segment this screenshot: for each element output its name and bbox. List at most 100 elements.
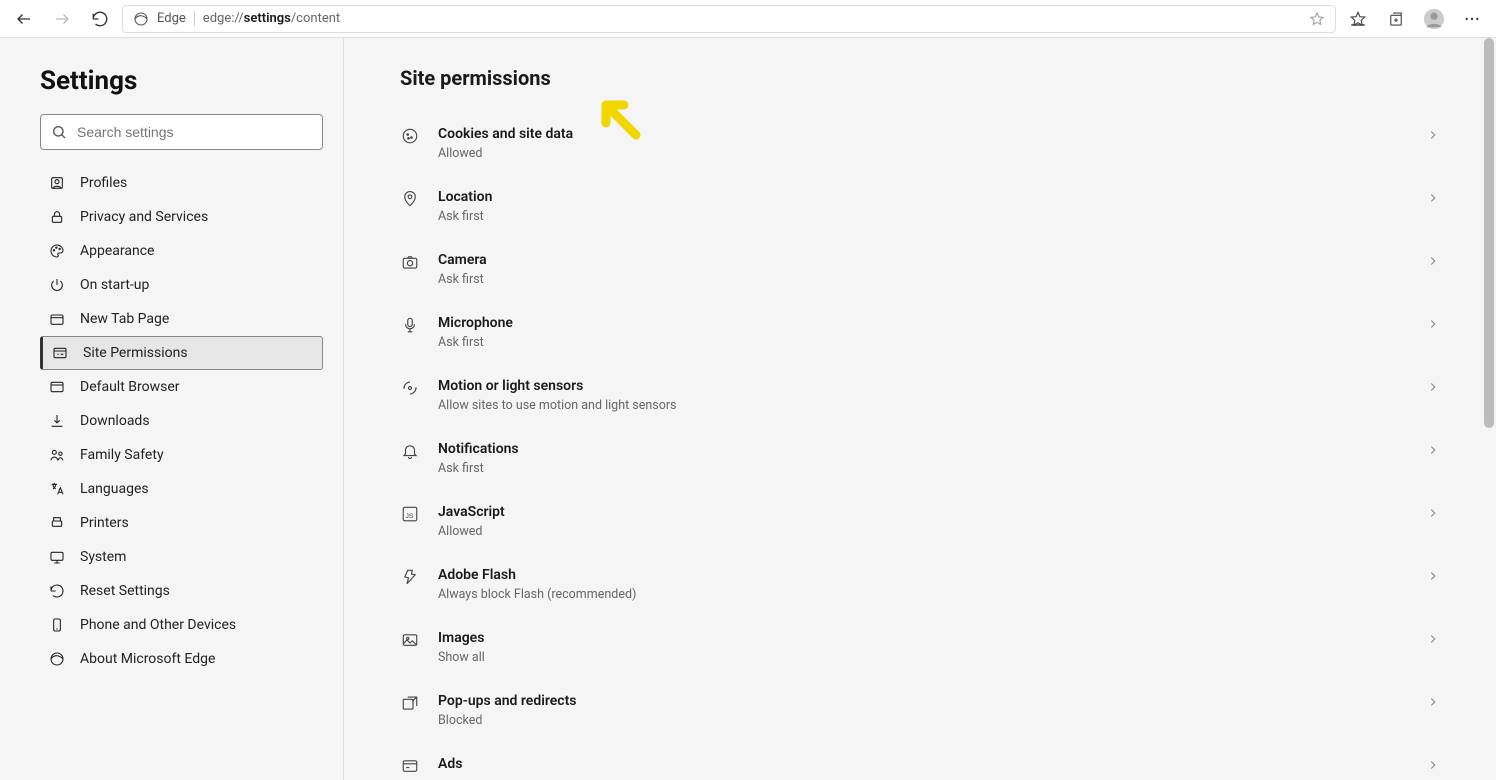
permission-subtitle: Allowed (438, 146, 1414, 161)
sidebar-item-languages[interactable]: Languages (40, 472, 323, 506)
permission-title: Pop-ups and redirects (438, 693, 1414, 709)
camera-icon (400, 252, 420, 272)
sidebar-item-downloads[interactable]: Downloads (40, 404, 323, 438)
favorites-icon[interactable] (1342, 3, 1374, 35)
permission-cookies-and-site-data[interactable]: Cookies and site dataAllowed (400, 112, 1440, 175)
forward-button[interactable] (46, 3, 78, 35)
permission-subtitle: Allowed (438, 524, 1414, 539)
profile-icon (48, 174, 66, 192)
microphone-icon (400, 315, 420, 335)
scrollbar-thumb[interactable] (1484, 38, 1494, 428)
permission-subtitle: Ask first (438, 461, 1414, 476)
favorite-star-icon[interactable] (1309, 11, 1325, 27)
sidebar-item-phone-and-other-devices[interactable]: Phone and Other Devices (40, 608, 323, 642)
chevron-right-icon (1426, 380, 1440, 394)
svg-text:JS: JS (406, 513, 414, 520)
sidebar-item-label: Profiles (80, 175, 127, 191)
permission-ads[interactable]: Ads (400, 742, 1440, 780)
search-input[interactable] (77, 124, 312, 140)
lock-icon (48, 208, 66, 226)
permission-title: Microphone (438, 315, 1414, 331)
sidebar-item-new-tab-page[interactable]: New Tab Page (40, 302, 323, 336)
family-icon (48, 446, 66, 464)
sidebar-item-label: System (80, 549, 126, 565)
refresh-button[interactable] (84, 3, 116, 35)
permission-adobe-flash[interactable]: Adobe Flash Always block Flash (recommend… (400, 553, 1440, 616)
sidebar-item-label: About Microsoft Edge (80, 651, 215, 667)
download-icon (48, 412, 66, 430)
permission-title: Adobe Flash (438, 567, 1414, 583)
permission-images[interactable]: ImagesShow all (400, 616, 1440, 679)
permissions-list: Cookies and site dataAllowed Location Ask … (400, 112, 1440, 780)
search-icon (51, 124, 67, 140)
permission-subtitle: Always block Flash (recommended) (438, 587, 1414, 602)
permission-title: Camera (438, 252, 1414, 268)
sidebar-item-system[interactable]: System (40, 540, 323, 574)
sidebar-item-label: Privacy and Services (80, 209, 208, 225)
browser-toolbar: Edge edge://settings/content (0, 0, 1496, 38)
permission-subtitle: Ask first (438, 209, 1414, 224)
sidebar-item-family-safety[interactable]: Family Safety (40, 438, 323, 472)
sidebar-item-label: Printers (80, 515, 129, 531)
profile-avatar-icon[interactable] (1418, 3, 1450, 35)
chevron-right-icon (1426, 191, 1440, 205)
address-bar[interactable]: Edge edge://settings/content (122, 5, 1336, 33)
sidebar-item-label: New Tab Page (80, 311, 169, 327)
permission-title: Notifications (438, 441, 1414, 457)
system-icon (48, 548, 66, 566)
sidebar-item-on-start-up[interactable]: On start-up (40, 268, 323, 302)
sidebar-item-label: Downloads (80, 413, 150, 429)
page-title: Site permissions (400, 66, 1440, 90)
permission-microphone[interactable]: Microphone Ask first (400, 301, 1440, 364)
permission-javascript[interactable]: JSJavaScriptAllowed (400, 490, 1440, 553)
more-menu-icon[interactable] (1456, 3, 1488, 35)
permission-title: Motion or light sensors (438, 378, 1414, 394)
permission-motion-or-light-sensors[interactable]: Motion or light sensors Allow sites to us… (400, 364, 1440, 427)
sidebar-item-reset-settings[interactable]: Reset Settings (40, 574, 323, 608)
chevron-right-icon (1426, 632, 1440, 646)
sidebar-item-profiles[interactable]: Profiles (40, 166, 323, 200)
chevron-right-icon (1426, 254, 1440, 268)
sidebar-item-label: Site Permissions (83, 345, 188, 361)
js-icon: JS (400, 504, 420, 524)
settings-sidebar: Settings ProfilesPrivacy and ServicesApp… (0, 38, 344, 780)
permission-title: Images (438, 630, 1414, 646)
site-icon (51, 344, 69, 362)
permission-subtitle: Ask first (438, 335, 1414, 350)
back-button[interactable] (8, 3, 40, 35)
permission-subtitle: Ask first (438, 272, 1414, 287)
printer-icon (48, 514, 66, 532)
permission-subtitle: Blocked (438, 713, 1414, 728)
chevron-right-icon (1426, 695, 1440, 709)
cookie-icon (400, 126, 420, 146)
sidebar-item-label: Reset Settings (80, 583, 170, 599)
permission-location[interactable]: Location Ask first (400, 175, 1440, 238)
flash-icon (400, 567, 420, 587)
bell-icon (400, 441, 420, 461)
permission-camera[interactable]: Camera Ask first (400, 238, 1440, 301)
image-icon (400, 630, 420, 650)
palette-icon (48, 242, 66, 260)
phone-icon (48, 616, 66, 634)
permission-notifications[interactable]: Notifications Ask first (400, 427, 1440, 490)
sidebar-item-about-microsoft-edge[interactable]: About Microsoft Edge (40, 642, 323, 676)
power-icon (48, 276, 66, 294)
sidebar-item-appearance[interactable]: Appearance (40, 234, 323, 268)
sidebar-item-site-permissions[interactable]: Site Permissions (40, 336, 323, 370)
sidebar-item-label: Default Browser (80, 379, 180, 395)
permission-title: Location (438, 189, 1414, 205)
popup-icon (400, 693, 420, 713)
sidebar-item-default-browser[interactable]: Default Browser (40, 370, 323, 404)
sidebar-item-label: Appearance (80, 243, 154, 259)
sidebar-item-label: Phone and Other Devices (80, 617, 236, 633)
sidebar-item-privacy-and-services[interactable]: Privacy and Services (40, 200, 323, 234)
collections-icon[interactable] (1380, 3, 1412, 35)
chevron-right-icon (1426, 758, 1440, 772)
permission-subtitle: Allow sites to use motion and light sens… (438, 398, 1414, 413)
search-settings-box[interactable] (40, 114, 323, 150)
sidebar-item-label: Languages (80, 481, 149, 497)
default-icon (48, 378, 66, 396)
chevron-right-icon (1426, 506, 1440, 520)
permission-pop-ups-and-redirects[interactable]: Pop-ups and redirects Blocked (400, 679, 1440, 742)
sidebar-item-printers[interactable]: Printers (40, 506, 323, 540)
